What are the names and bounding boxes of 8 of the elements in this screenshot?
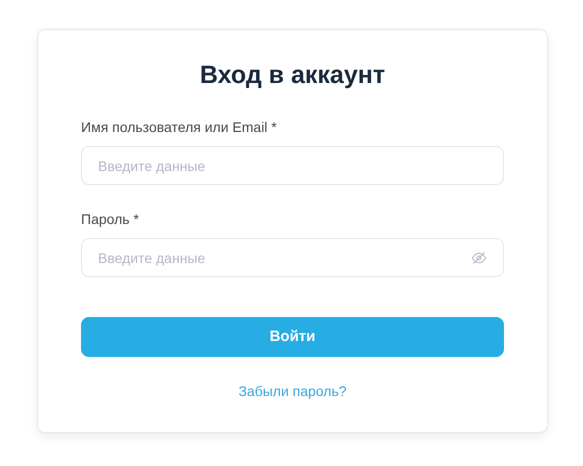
- hidden-eye-icon[interactable]: [471, 250, 487, 266]
- field-label: Имя пользователя или Email *: [81, 118, 278, 136]
- login-title: Вход в аккаунт: [198, 60, 386, 91]
- login-button[interactable]: Войти: [81, 317, 504, 357]
- username-field[interactable]: Введите данные: [81, 146, 504, 185]
- forgot-password-link[interactable]: Забыли пароль?: [238, 381, 347, 402]
- field-label: Пароль *: [81, 210, 140, 228]
- password-field[interactable]: Введите данные: [81, 238, 504, 277]
